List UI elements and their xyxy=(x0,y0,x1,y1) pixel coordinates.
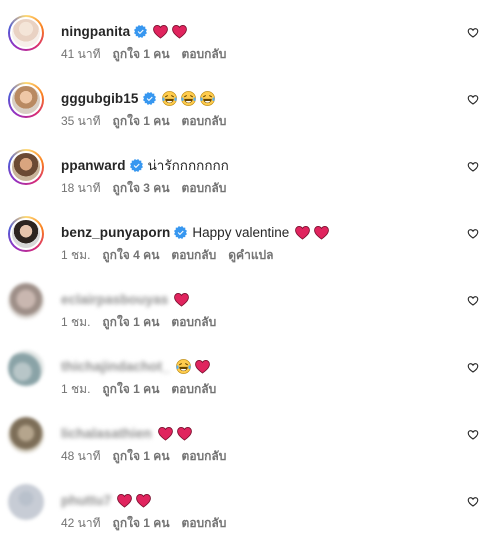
red-heart-emoji-icon xyxy=(117,493,133,508)
avatar[interactable] xyxy=(8,15,44,51)
laughing-tears-emoji-icon xyxy=(176,358,191,374)
comment-username[interactable]: phuttu7 xyxy=(61,493,111,508)
reply-button[interactable]: ตอบกลับ xyxy=(171,246,216,265)
comment-likes-count[interactable]: ถูกใจ 1 คน xyxy=(113,112,170,131)
like-heart-icon[interactable] xyxy=(467,161,479,173)
comment-username[interactable]: lichalasathien xyxy=(61,426,152,441)
red-heart-emoji-icon xyxy=(176,426,192,441)
comment-item: eclairpasbouyas 1 ชม. ถูกใจ 1 คน ตอบกลับ xyxy=(0,283,489,349)
comment-likes-count[interactable]: ถูกใจ 1 คน xyxy=(113,447,170,466)
verified-badge-icon xyxy=(134,24,148,38)
comment-username[interactable]: thichajindachot_ xyxy=(61,359,170,374)
comment-emoji xyxy=(173,291,190,308)
comment-username[interactable]: gggubgib15 xyxy=(61,91,139,106)
comment-emoji xyxy=(175,358,211,375)
comment-timestamp[interactable]: 41 นาที xyxy=(61,45,101,64)
comment-username[interactable]: ningpanita xyxy=(61,24,130,39)
reply-button[interactable]: ตอบกลับ xyxy=(182,112,227,131)
comment-timestamp[interactable]: 1 ชม. xyxy=(61,313,90,332)
like-heart-icon[interactable] xyxy=(467,94,479,106)
red-heart-emoji-icon xyxy=(174,292,190,307)
comment-likes-count[interactable]: ถูกใจ 1 คน xyxy=(102,380,159,399)
avatar[interactable] xyxy=(8,283,44,319)
red-heart-emoji-icon xyxy=(295,225,311,240)
comment-emoji xyxy=(157,425,193,442)
red-heart-emoji-icon xyxy=(195,359,210,374)
red-heart-emoji-icon xyxy=(172,24,188,39)
like-heart-icon[interactable] xyxy=(467,496,479,508)
avatar[interactable] xyxy=(8,417,44,453)
comment-emoji xyxy=(161,90,216,107)
avatar[interactable] xyxy=(8,149,44,185)
comment-username[interactable]: benz_punyaporn xyxy=(61,225,170,240)
reply-button[interactable]: ตอบกลับ xyxy=(182,447,227,466)
verified-badge-icon xyxy=(142,91,156,105)
comment-item: phuttu7 42 นาที ถูกใจ 1 คน ตอบกลับ xyxy=(0,484,489,550)
reply-button[interactable]: ตอบกลับ xyxy=(171,313,216,332)
comment-likes-count[interactable]: ถูกใจ 1 คน xyxy=(113,45,170,64)
comment-likes-count[interactable]: ถูกใจ 3 คน xyxy=(113,179,170,198)
like-heart-icon[interactable] xyxy=(467,429,479,441)
laughing-tears-emoji-icon xyxy=(161,90,177,106)
verified-badge-icon xyxy=(129,158,143,172)
red-heart-emoji-icon xyxy=(153,24,169,39)
like-heart-icon[interactable] xyxy=(467,228,479,240)
comment-text: Happy valentine xyxy=(192,224,290,240)
red-heart-emoji-icon xyxy=(136,493,152,508)
comment-item: ningpanita 41 นาที ถูกใจ 1 คน ตอบกลับ xyxy=(0,15,489,81)
comment-item: thichajindachot_ 1 ชม. ถูกใจ 1 คน ตอบกลั… xyxy=(0,350,489,416)
comment-likes-count[interactable]: ถูกใจ 4 คน xyxy=(102,246,159,265)
comment-text: น่ารักกกกกกก xyxy=(147,158,229,173)
comment-emoji xyxy=(152,23,188,40)
comment-username[interactable]: eclairpasbouyas xyxy=(61,292,168,307)
comment-likes-count[interactable]: ถูกใจ 1 คน xyxy=(102,313,159,332)
comment-timestamp[interactable]: 1 ชม. xyxy=(61,380,90,399)
like-heart-icon[interactable] xyxy=(467,295,479,307)
red-heart-emoji-icon xyxy=(157,426,173,441)
comment-timestamp[interactable]: 48 นาที xyxy=(61,447,101,466)
comment-item: lichalasathien 48 นาที ถูกใจ 1 คน ตอบกลั… xyxy=(0,417,489,483)
avatar[interactable] xyxy=(8,350,44,386)
comment-likes-count[interactable]: ถูกใจ 1 คน xyxy=(113,514,170,533)
reply-button[interactable]: ตอบกลับ xyxy=(182,45,227,64)
like-heart-icon[interactable] xyxy=(467,27,479,39)
comment-emoji xyxy=(116,492,152,509)
avatar[interactable] xyxy=(8,82,44,118)
comment-timestamp[interactable]: 1 ชม. xyxy=(61,246,90,265)
verified-badge-icon xyxy=(174,225,188,239)
reply-button[interactable]: ตอบกลับ xyxy=(171,380,216,399)
see-translation-button[interactable]: ดูคำแปล xyxy=(228,246,273,265)
like-heart-icon[interactable] xyxy=(467,362,479,374)
laughing-tears-emoji-icon xyxy=(180,90,196,106)
reply-button[interactable]: ตอบกลับ xyxy=(182,179,227,198)
avatar[interactable] xyxy=(8,216,44,252)
comment-item: benz_punyaporn Happy valentine 1 ชม. ถูก… xyxy=(0,216,489,282)
comment-timestamp[interactable]: 35 นาที xyxy=(61,112,101,131)
red-heart-emoji-icon xyxy=(314,225,330,240)
laughing-tears-emoji-icon xyxy=(199,90,215,106)
comment-timestamp[interactable]: 42 นาที xyxy=(61,514,101,533)
comment-item: ppanward น่ารักกกกกกก 18 นาที ถูกใจ 3 คน… xyxy=(0,149,489,215)
comment-timestamp[interactable]: 18 นาที xyxy=(61,179,101,198)
comment-username[interactable]: ppanward xyxy=(61,158,126,173)
comment-emoji xyxy=(294,224,330,241)
reply-button[interactable]: ตอบกลับ xyxy=(182,514,227,533)
avatar[interactable] xyxy=(8,484,44,520)
comment-item: gggubgib15 35 นาที ถูกใจ 1 คน ตอบกลับ xyxy=(0,82,489,148)
